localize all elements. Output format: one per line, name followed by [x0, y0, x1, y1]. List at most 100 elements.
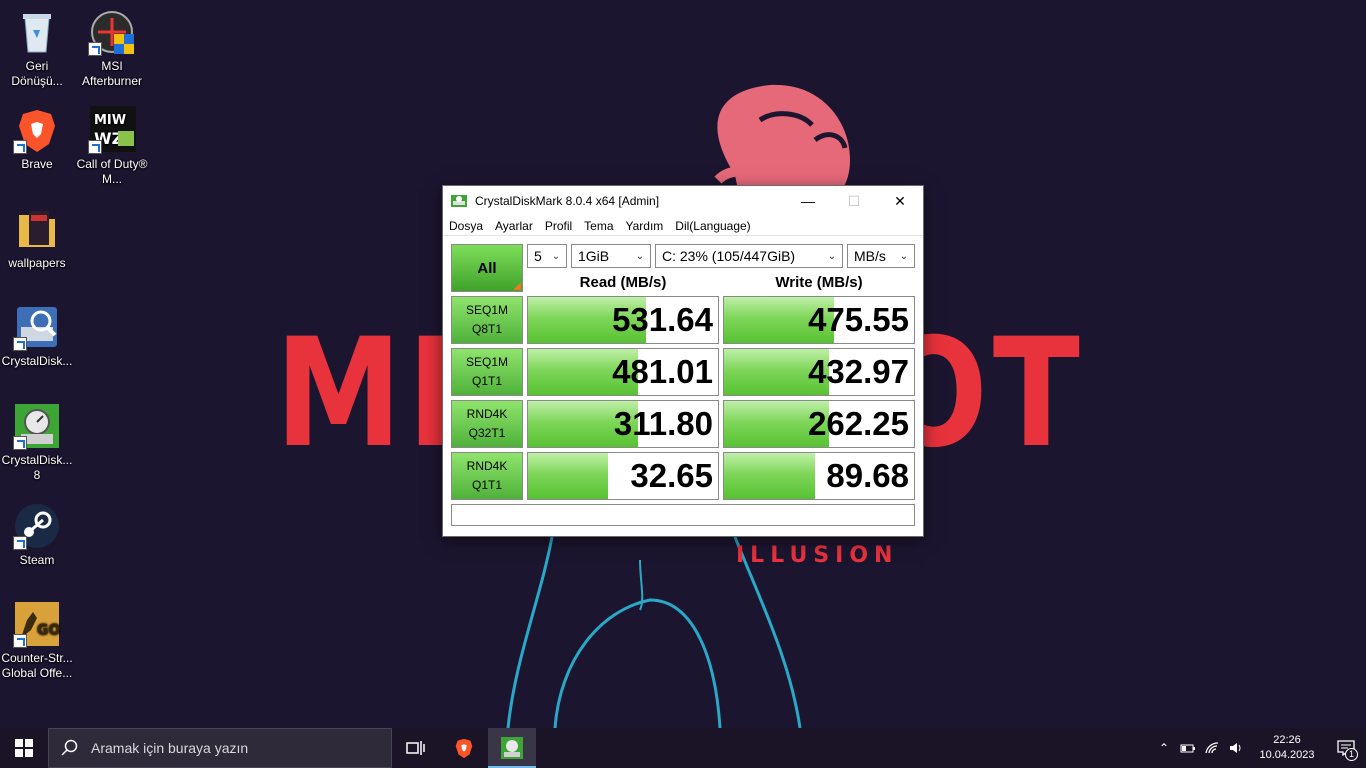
- test-params: Q1T1: [471, 374, 502, 388]
- clock-time: 22:26: [1273, 734, 1301, 746]
- write-result: 89.68: [723, 452, 915, 500]
- test-params: Q1T1: [471, 478, 502, 492]
- read-value: 311.80: [613, 405, 713, 442]
- write-level-bar: [724, 453, 816, 499]
- shortcut-arrow-icon: [88, 140, 102, 154]
- desktop-icon-crystaldiskinfo[interactable]: CrystalDisk...: [0, 303, 74, 369]
- crystaldiskinfo-icon: [13, 303, 61, 351]
- write-value: 89.68: [826, 457, 909, 494]
- window-title: CrystalDiskMark 8.0.4 x64 [Admin]: [475, 194, 660, 208]
- shortcut-arrow-icon: [88, 42, 102, 56]
- desktop-icon-label: Brave: [21, 157, 53, 171]
- menu-ayarlar[interactable]: Ayarlar: [489, 219, 539, 233]
- taskbar: Aramak için buraya yazın ⌃ 22:26 10.04.2…: [0, 728, 1366, 768]
- read-result: 531.64: [527, 296, 719, 344]
- brave-icon: [455, 738, 473, 759]
- start-button[interactable]: [0, 728, 48, 768]
- clock-date: 10.04.2023: [1259, 749, 1315, 761]
- seq1m-q1t1-button[interactable]: SEQ1M Q1T1: [451, 348, 523, 396]
- svg-text:MIW: MIW: [94, 113, 126, 128]
- shortcut-arrow-icon: [13, 536, 27, 550]
- desktop-icon-label: Geri Dönüşü...: [11, 59, 63, 88]
- battery-icon[interactable]: [1176, 742, 1200, 754]
- desktop-icon-call-of-duty[interactable]: MIW WZ Call of Duty® M...: [75, 106, 149, 187]
- rnd4k-q1t1-button[interactable]: RND4K Q1T1: [451, 452, 523, 500]
- write-value: 262.25: [808, 405, 909, 442]
- desktop-icon-wallpapers[interactable]: wallpapers: [0, 205, 74, 271]
- desktop-icon-label: MSI Afterburner: [81, 59, 143, 88]
- seq1m-q8t1-button[interactable]: SEQ1M Q8T1: [451, 296, 523, 344]
- csgo-icon: GO: [13, 600, 61, 648]
- crystaldiskmark-window[interactable]: CrystalDiskMark 8.0.4 x64 [Admin] — ☐ ✕ …: [442, 185, 924, 537]
- desktop-icon-crystaldiskmark[interactable]: CrystalDisk... 8: [0, 402, 74, 483]
- desktop-icon-label: wallpapers: [8, 256, 66, 270]
- desktop-icon-msi-afterburner[interactable]: MSI Afterburner: [75, 8, 149, 89]
- desktop-icon-label: Steam: [19, 553, 55, 567]
- test-name: SEQ1M: [465, 303, 508, 317]
- unit-value: MB/s: [854, 248, 886, 264]
- read-value: 481.01: [612, 353, 713, 390]
- chevron-down-icon: ⌄: [551, 250, 561, 262]
- test-count-value: 5: [534, 248, 542, 264]
- close-button[interactable]: ✕: [877, 186, 923, 216]
- menu-yardim[interactable]: Yardım: [620, 219, 670, 233]
- crystaldiskmark-icon: [13, 402, 61, 450]
- write-header: Write (MB/s): [775, 274, 863, 291]
- msi-afterburner-icon: [88, 8, 136, 56]
- desktop-icon-label: CrystalDisk...: [1, 354, 73, 368]
- menu-profil[interactable]: Profil: [539, 219, 578, 233]
- wallpaper-subtitle: ILLUSION: [736, 543, 898, 568]
- title-bar[interactable]: CrystalDiskMark 8.0.4 x64 [Admin] — ☐ ✕: [443, 186, 923, 216]
- test-count-select[interactable]: 5 ⌄: [527, 244, 567, 268]
- write-result: 432.97: [723, 348, 915, 396]
- test-name: RND4K: [466, 407, 508, 421]
- notification-center-button[interactable]: 1: [1326, 728, 1366, 768]
- test-params: Q8T1: [471, 322, 502, 336]
- taskbar-clock[interactable]: 22:26 10.04.2023: [1254, 733, 1320, 763]
- read-header: Read (MB/s): [579, 274, 667, 291]
- desktop-icon-label: CrystalDisk... 8: [1, 453, 73, 482]
- chevron-up-icon[interactable]: ⌃: [1152, 741, 1176, 755]
- task-view-button[interactable]: [392, 728, 440, 768]
- unit-select[interactable]: MB/s ⌄: [847, 244, 915, 268]
- desktop-icon-steam[interactable]: Steam: [0, 502, 74, 568]
- shortcut-arrow-icon: [13, 140, 27, 154]
- read-value: 531.64: [612, 301, 713, 338]
- comment-field[interactable]: [451, 504, 915, 526]
- desktop-icon-recycle-bin[interactable]: Geri Dönüşü...: [0, 8, 74, 89]
- menu-dosya[interactable]: Dosya: [443, 219, 489, 233]
- call-of-duty-icon: MIW WZ: [88, 106, 136, 154]
- rnd4k-q32t1-button[interactable]: RND4K Q32T1: [451, 400, 523, 448]
- minimize-button[interactable]: —: [785, 186, 831, 216]
- taskbar-crystaldiskmark[interactable]: [488, 728, 536, 768]
- crystaldiskmark-app-icon: [451, 195, 467, 207]
- write-result: 475.55: [723, 296, 915, 344]
- svg-text:GO: GO: [37, 622, 60, 638]
- brave-icon: [13, 106, 61, 154]
- notification-count-badge: 1: [1345, 748, 1358, 761]
- recycle-bin-icon: [13, 8, 61, 56]
- crystaldiskmark-icon: [501, 737, 523, 759]
- menu-language[interactable]: Dil(Language): [669, 219, 756, 233]
- steam-icon: [13, 502, 61, 550]
- desktop-icon-brave[interactable]: Brave: [0, 106, 74, 172]
- task-view-icon: [406, 741, 425, 755]
- taskbar-search-box[interactable]: Aramak için buraya yazın: [48, 728, 392, 768]
- taskbar-brave[interactable]: [440, 728, 488, 768]
- volume-icon[interactable]: [1224, 741, 1248, 755]
- write-result: 262.25: [723, 400, 915, 448]
- desktop-icon-csgo[interactable]: GO Counter-Str... Global Offe...: [0, 600, 74, 681]
- maximize-button[interactable]: ☐: [831, 186, 877, 216]
- benchmark-panel: All 5 ⌄ 1GiB ⌄ C: 23% (105/447GiB) ⌄ MB/…: [443, 236, 923, 536]
- desktop-icon-label: Call of Duty® M...: [76, 157, 148, 186]
- test-size-select[interactable]: 1GiB ⌄: [571, 244, 651, 268]
- all-button[interactable]: All: [451, 244, 523, 292]
- wifi-icon[interactable]: [1200, 741, 1224, 755]
- drive-select[interactable]: C: 23% (105/447GiB) ⌄: [655, 244, 843, 268]
- menu-bar: Dosya Ayarlar Profil Tema Yardım Dil(Lan…: [443, 216, 923, 236]
- test-name: RND4K: [466, 459, 508, 473]
- search-icon: [61, 739, 78, 756]
- drive-value: C: 23% (105/447GiB): [662, 248, 796, 264]
- menu-tema[interactable]: Tema: [578, 219, 619, 233]
- read-level-bar: [528, 453, 608, 499]
